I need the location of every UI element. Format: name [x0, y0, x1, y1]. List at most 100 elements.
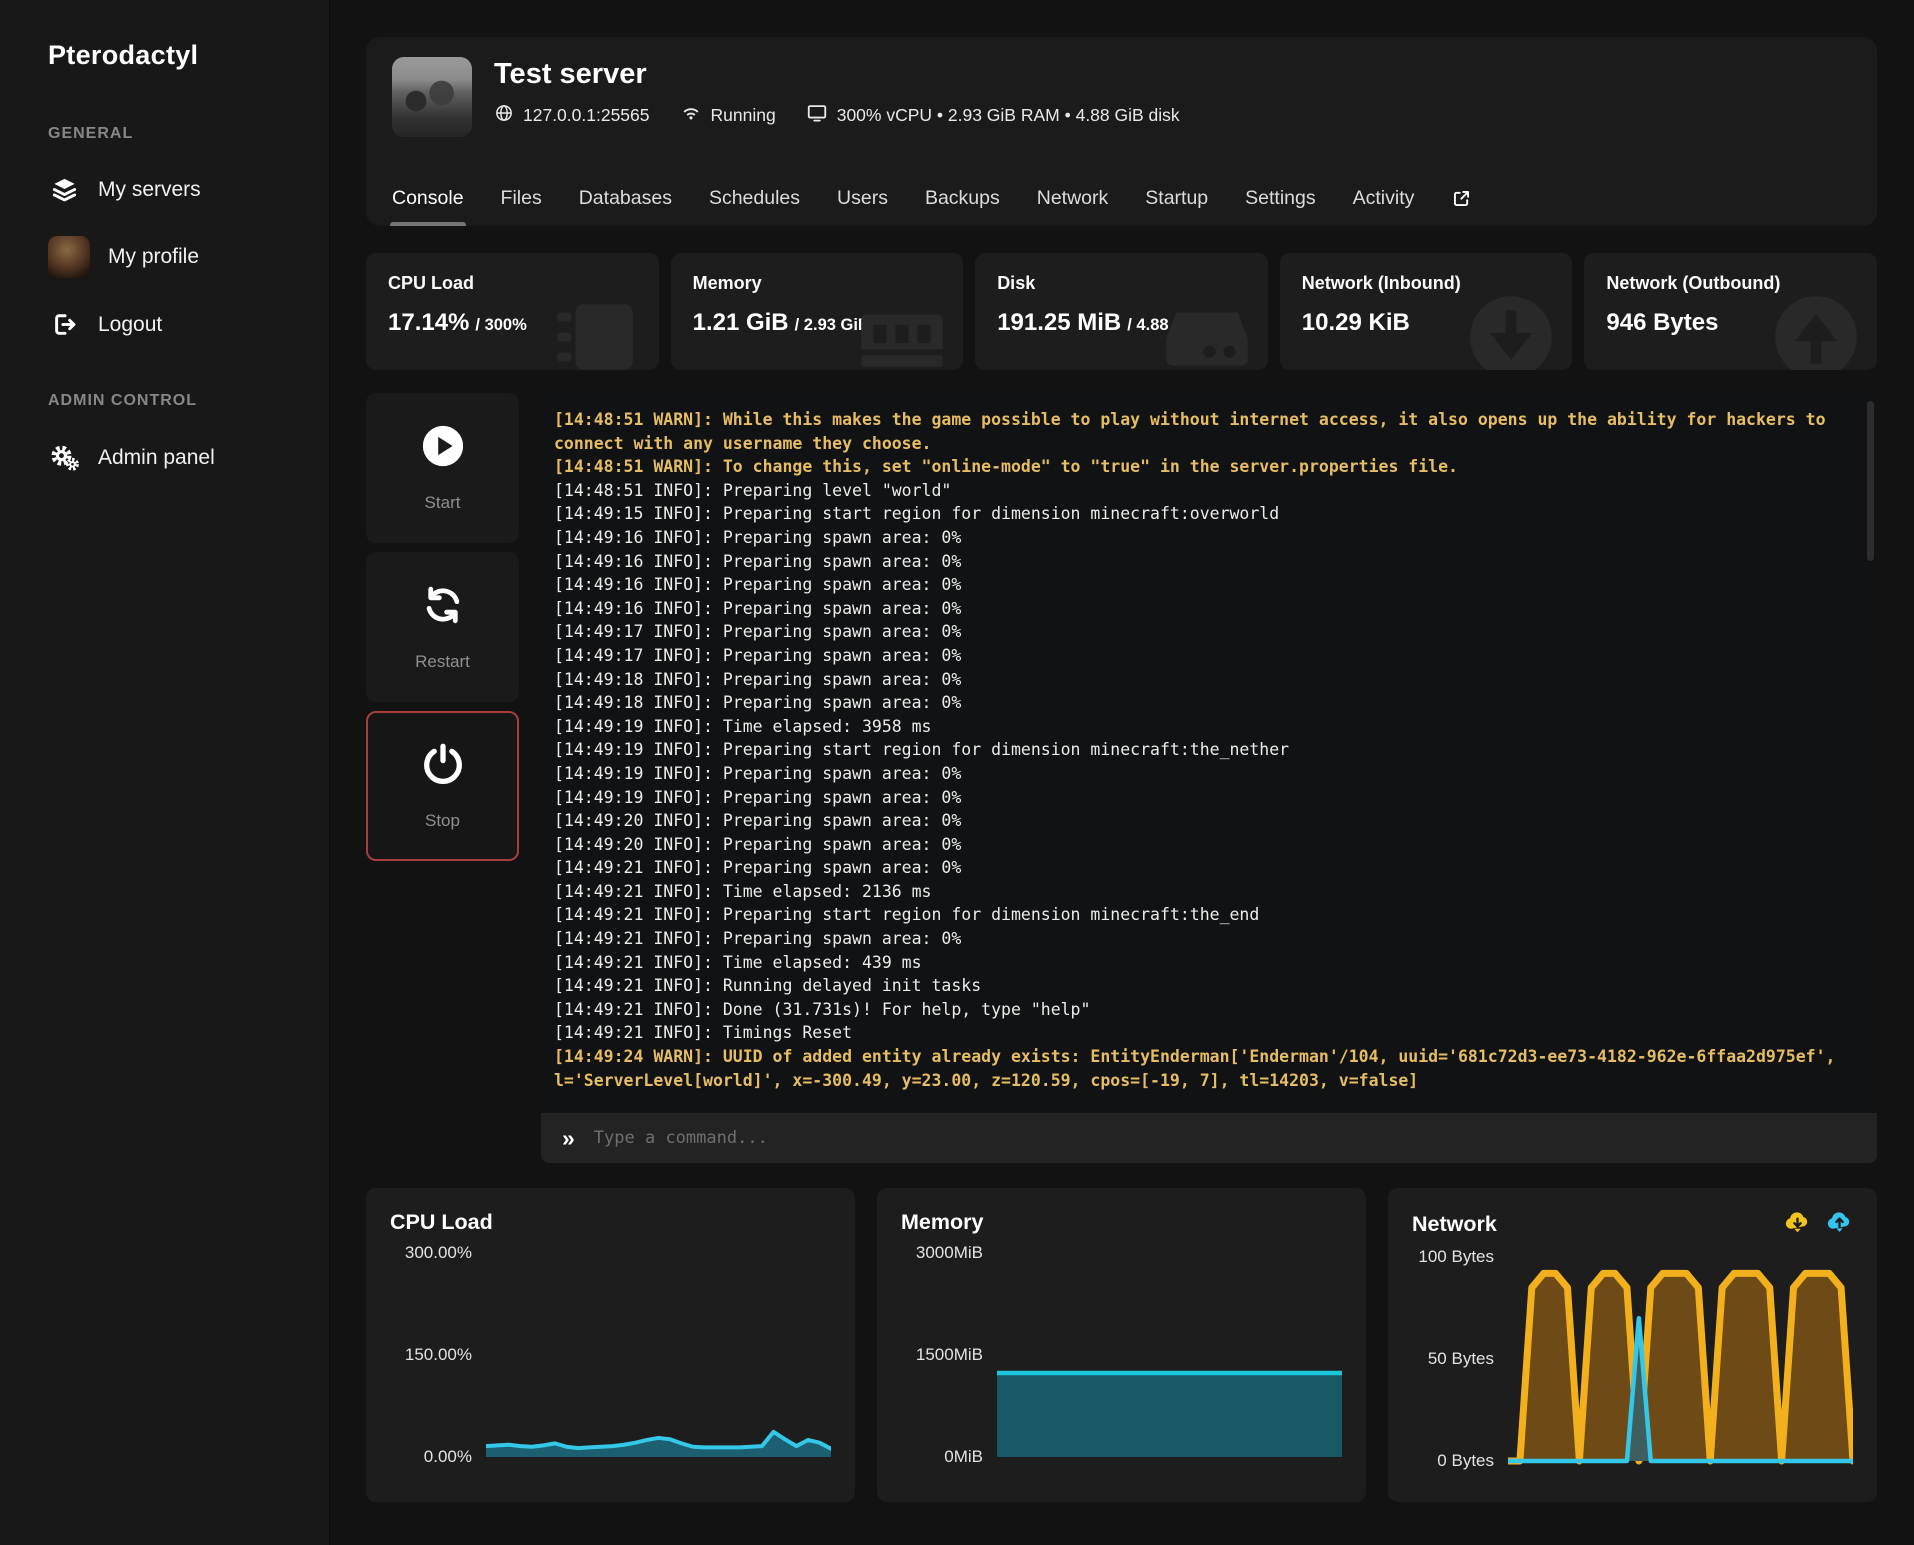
- console-scrollbar[interactable]: [1867, 401, 1874, 561]
- prompt-chevrons-icon: »: [562, 1127, 575, 1150]
- y-tick-label: 300.00%: [405, 1243, 472, 1263]
- console-line: [14:49:17 INFO]: Preparing spawn area: 0…: [554, 620, 1851, 644]
- console-line: [14:49:21 INFO]: Done (31.731s)! For hel…: [554, 998, 1851, 1022]
- console-line: [14:49:20 INFO]: Preparing spawn area: 0…: [554, 809, 1851, 833]
- console-line: [14:49:16 INFO]: Preparing spawn area: 0…: [554, 573, 1851, 597]
- chip-icon: [549, 288, 647, 370]
- gears-icon: [48, 443, 80, 472]
- charts-row: CPU Load 300.00% 150.00% 0.00% Memory 3000…: [366, 1188, 1877, 1502]
- main-content: Test server 127.0.0.1:25565 Running: [330, 0, 1914, 1545]
- chart-title: Memory: [901, 1210, 983, 1235]
- restart-button[interactable]: Restart: [366, 552, 519, 702]
- stat-value: 191.25 MiB: [997, 309, 1121, 336]
- server-address: 127.0.0.1:25565: [494, 103, 650, 128]
- console-line: [14:49:21 INFO]: Timings Reset: [554, 1021, 1851, 1045]
- console-line: [14:48:51 INFO]: Preparing level "world": [554, 479, 1851, 503]
- tab-files[interactable]: Files: [501, 170, 542, 226]
- y-tick-label: 150.00%: [405, 1345, 472, 1365]
- console-line: [14:48:51 WARN]: To change this, set "on…: [554, 455, 1851, 479]
- memory-chart: Memory 3000MiB 1500MiB 0MiB: [877, 1188, 1366, 1502]
- sidebar-item-label: My servers: [98, 178, 201, 202]
- tab-console[interactable]: Console: [392, 170, 464, 226]
- console-line: [14:49:19 INFO]: Preparing spawn area: 0…: [554, 786, 1851, 810]
- y-tick-label: 0 Bytes: [1437, 1451, 1494, 1471]
- console-line: [14:49:20 INFO]: Preparing spawn area: 0…: [554, 833, 1851, 857]
- upload-circle-icon: [1767, 288, 1865, 370]
- network-legend: [1784, 1210, 1853, 1239]
- tab-startup[interactable]: Startup: [1145, 170, 1208, 226]
- stat-limit: / 300%: [475, 316, 526, 334]
- stat-card-network-outbound: Network (Outbound)946 Bytes: [1584, 253, 1877, 370]
- start-button[interactable]: Start: [366, 393, 519, 543]
- stats-row: CPU Load17.14%/ 300%Memory1.21 GiB/ 2.93…: [366, 253, 1877, 370]
- console-line: [14:49:17 INFO]: Preparing spawn area: 0…: [554, 644, 1851, 668]
- server-specs-text: 300% vCPU • 2.93 GiB RAM • 4.88 GiB disk: [837, 105, 1180, 126]
- power-buttons: Start Restart: [366, 393, 519, 1163]
- server-status-text: Running: [711, 105, 776, 126]
- console-line: [14:49:24 WARN]: UUID of added entity al…: [554, 1045, 1851, 1092]
- tab-settings[interactable]: Settings: [1245, 170, 1315, 226]
- console-line: [14:49:16 INFO]: Preparing spawn area: 0…: [554, 597, 1851, 621]
- wifi-icon: [680, 102, 702, 129]
- external-link-icon[interactable]: [1451, 188, 1472, 209]
- console-line: [14:49:21 INFO]: Time elapsed: 2136 ms: [554, 880, 1851, 904]
- console-line: [14:49:18 INFO]: Preparing spawn area: 0…: [554, 691, 1851, 715]
- console-line: [14:49:18 INFO]: Preparing spawn area: 0…: [554, 668, 1851, 692]
- layers-icon: [48, 176, 80, 203]
- profile-avatar: [48, 236, 90, 278]
- console-line: [14:49:16 INFO]: Preparing spawn area: 0…: [554, 526, 1851, 550]
- restart-icon: [420, 582, 466, 633]
- console-input-row: »: [541, 1113, 1877, 1163]
- stop-button[interactable]: Stop: [366, 711, 519, 861]
- sidebar-item-my-servers[interactable]: My servers: [48, 176, 329, 203]
- tab-users[interactable]: Users: [837, 170, 888, 226]
- y-tick-label: 1500MiB: [916, 1345, 983, 1365]
- y-tick-label: 0MiB: [944, 1447, 983, 1467]
- cpu-chart-plot: [486, 1249, 831, 1461]
- server-address-text: 127.0.0.1:25565: [523, 105, 650, 126]
- sidebar-item-my-profile[interactable]: My profile: [48, 236, 329, 278]
- console-line: [14:49:21 INFO]: Preparing start region …: [554, 903, 1851, 927]
- sidebar-item-admin-panel[interactable]: Admin panel: [48, 443, 329, 472]
- sidebar-heading-general: GENERAL: [48, 125, 329, 143]
- tab-schedules[interactable]: Schedules: [709, 170, 800, 226]
- globe-icon: [494, 103, 514, 128]
- sidebar-item-label: Admin panel: [98, 446, 215, 470]
- tab-databases[interactable]: Databases: [579, 170, 672, 226]
- y-tick-label: 50 Bytes: [1428, 1349, 1494, 1369]
- command-input[interactable]: [592, 1127, 1856, 1149]
- stop-label: Stop: [425, 811, 460, 831]
- monitor-icon: [806, 102, 828, 129]
- sidebar-item-label: Logout: [98, 313, 162, 337]
- cloud-download-icon: [1784, 1210, 1811, 1239]
- console-line: [14:49:19 INFO]: Time elapsed: 3958 ms: [554, 715, 1851, 739]
- server-title: Test server: [494, 58, 1180, 91]
- sidebar-item-label: My profile: [108, 245, 199, 269]
- stat-card-disk: Disk191.25 MiB/ 4.88 GiB: [975, 253, 1268, 370]
- stat-value: 946 Bytes: [1606, 309, 1718, 336]
- console-log[interactable]: [14:48:51 WARN]: While this makes the ga…: [541, 393, 1877, 1113]
- power-icon: [420, 741, 466, 792]
- disk-icon: [1158, 288, 1256, 370]
- cloud-upload-icon: [1826, 1210, 1853, 1239]
- stat-value: 1.21 GiB: [693, 309, 789, 336]
- console-line: [14:49:21 INFO]: Preparing spawn area: 0…: [554, 856, 1851, 880]
- sidebar-heading-admin-control: ADMIN CONTROL: [48, 392, 329, 410]
- sidebar-item-logout[interactable]: Logout: [48, 311, 329, 338]
- console-line: [14:49:16 INFO]: Preparing spawn area: 0…: [554, 550, 1851, 574]
- y-tick-label: 0.00%: [424, 1447, 472, 1467]
- chart-title: CPU Load: [390, 1210, 493, 1235]
- console-line: [14:49:21 INFO]: Preparing spawn area: 0…: [554, 927, 1851, 951]
- logout-icon: [48, 311, 80, 338]
- server-status: Running: [680, 102, 776, 129]
- stat-card-memory: Memory1.21 GiB/ 2.93 GiB: [671, 253, 964, 370]
- tab-backups[interactable]: Backups: [925, 170, 1000, 226]
- tab-activity[interactable]: Activity: [1353, 170, 1415, 226]
- stat-value: 17.14%: [388, 309, 469, 336]
- download-circle-icon: [1462, 288, 1560, 370]
- tab-network[interactable]: Network: [1037, 170, 1109, 226]
- y-tick-label: 3000MiB: [916, 1243, 983, 1263]
- stat-value: 10.29 KiB: [1302, 309, 1410, 336]
- sidebar: Pterodactyl GENERAL My servers My profil…: [0, 0, 330, 1545]
- cpu-load-chart: CPU Load 300.00% 150.00% 0.00%: [366, 1188, 855, 1502]
